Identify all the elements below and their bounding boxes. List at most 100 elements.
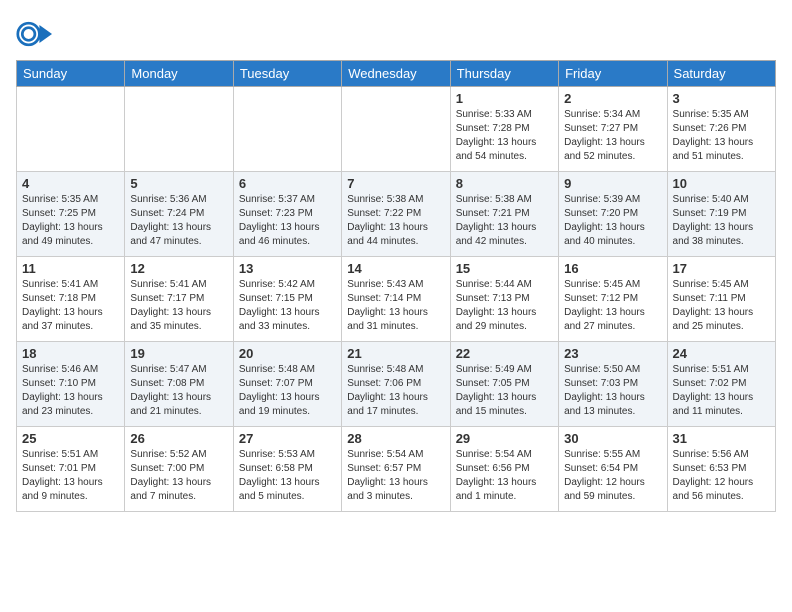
day-info: Sunrise: 5:50 AMSunset: 7:03 PMDaylight:… [564, 363, 661, 419]
calendar-week-row: 4Sunrise: 5:35 AMSunset: 7:25 PMDaylight… [17, 172, 776, 257]
day-number: 6 [239, 176, 336, 191]
day-number: 24 [673, 346, 770, 361]
calendar-day-cell: 9 Sunrise: 5:39 AMSunset: 7:20 PMDaylight… [559, 172, 667, 257]
day-info: Sunrise: 5:47 AMSunset: 7:08 PMDaylight:… [130, 363, 227, 419]
day-number: 2 [564, 91, 661, 106]
weekday-header: Thursday [450, 61, 558, 87]
calendar-day-cell [17, 87, 125, 172]
calendar-day-cell: 19 Sunrise: 5:47 AMSunset: 7:08 PMDayligh… [125, 342, 233, 427]
day-info: Sunrise: 5:52 AMSunset: 7:00 PMDaylight:… [130, 448, 227, 504]
day-info: Sunrise: 5:48 AMSunset: 7:06 PMDaylight:… [347, 363, 444, 419]
calendar-week-row: 1 Sunrise: 5:33 AMSunset: 7:28 PMDaylight… [17, 87, 776, 172]
day-info: Sunrise: 5:51 AMSunset: 7:02 PMDaylight:… [673, 363, 770, 419]
calendar-day-cell: 3 Sunrise: 5:35 AMSunset: 7:26 PMDaylight… [667, 87, 775, 172]
day-number: 29 [456, 431, 553, 446]
day-info: Sunrise: 5:54 AMSunset: 6:57 PMDaylight:… [347, 448, 444, 504]
day-number: 20 [239, 346, 336, 361]
day-number: 25 [22, 431, 119, 446]
day-number: 3 [673, 91, 770, 106]
calendar-day-cell: 10Sunrise: 5:40 AMSunset: 7:19 PMDayligh… [667, 172, 775, 257]
calendar-day-cell: 7 Sunrise: 5:38 AMSunset: 7:22 PMDaylight… [342, 172, 450, 257]
calendar-day-cell: 8 Sunrise: 5:38 AMSunset: 7:21 PMDaylight… [450, 172, 558, 257]
logo-icon [16, 16, 52, 52]
day-info: Sunrise: 5:56 AMSunset: 6:53 PMDaylight:… [673, 448, 770, 504]
weekday-header: Tuesday [233, 61, 341, 87]
day-number: 28 [347, 431, 444, 446]
calendar-day-cell: 5Sunrise: 5:36 AMSunset: 7:24 PMDaylight… [125, 172, 233, 257]
calendar-day-cell: 21Sunrise: 5:48 AMSunset: 7:06 PMDayligh… [342, 342, 450, 427]
day-info: Sunrise: 5:48 AMSunset: 7:07 PMDaylight:… [239, 363, 336, 419]
page-header [16, 16, 776, 52]
calendar-day-cell: 13 Sunrise: 5:42 AMSunset: 7:15 PMDayligh… [233, 257, 341, 342]
calendar-week-row: 25 Sunrise: 5:51 AMSunset: 7:01 PMDayligh… [17, 427, 776, 512]
day-number: 18 [22, 346, 119, 361]
calendar-day-cell: 17 Sunrise: 5:45 AMSunset: 7:11 PMDayligh… [667, 257, 775, 342]
day-info: Sunrise: 5:41 AMSunset: 7:18 PMDaylight:… [22, 278, 119, 334]
calendar-day-cell: 28 Sunrise: 5:54 AMSunset: 6:57 PMDayligh… [342, 427, 450, 512]
day-info: Sunrise: 5:42 AMSunset: 7:15 PMDaylight:… [239, 278, 336, 334]
day-number: 19 [130, 346, 227, 361]
day-number: 9 [564, 176, 661, 191]
day-info: Sunrise: 5:51 AMSunset: 7:01 PMDaylight:… [22, 448, 119, 504]
calendar-day-cell: 26Sunrise: 5:52 AMSunset: 7:00 PMDayligh… [125, 427, 233, 512]
day-info: Sunrise: 5:40 AMSunset: 7:19 PMDaylight:… [673, 193, 770, 249]
day-number: 15 [456, 261, 553, 276]
day-number: 11 [22, 261, 119, 276]
day-info: Sunrise: 5:53 AMSunset: 6:58 PMDaylight:… [239, 448, 336, 504]
day-info: Sunrise: 5:33 AMSunset: 7:28 PMDaylight:… [456, 108, 553, 164]
day-number: 17 [673, 261, 770, 276]
weekday-header: Sunday [17, 61, 125, 87]
day-number: 22 [456, 346, 553, 361]
day-info: Sunrise: 5:38 AMSunset: 7:22 PMDaylight:… [347, 193, 444, 249]
day-number: 1 [456, 91, 553, 106]
weekday-header: Wednesday [342, 61, 450, 87]
calendar-day-cell: 6 Sunrise: 5:37 AMSunset: 7:23 PMDaylight… [233, 172, 341, 257]
day-info: Sunrise: 5:54 AMSunset: 6:56 PMDaylight:… [456, 448, 553, 504]
day-info: Sunrise: 5:45 AMSunset: 7:11 PMDaylight:… [673, 278, 770, 334]
day-number: 14 [347, 261, 444, 276]
calendar-day-cell: 30 Sunrise: 5:55 AMSunset: 6:54 PMDayligh… [559, 427, 667, 512]
day-info: Sunrise: 5:44 AMSunset: 7:13 PMDaylight:… [456, 278, 553, 334]
day-number: 27 [239, 431, 336, 446]
day-number: 8 [456, 176, 553, 191]
day-number: 12 [130, 261, 227, 276]
day-number: 13 [239, 261, 336, 276]
day-number: 31 [673, 431, 770, 446]
day-info: Sunrise: 5:34 AMSunset: 7:27 PMDaylight:… [564, 108, 661, 164]
day-number: 4 [22, 176, 119, 191]
day-info: Sunrise: 5:37 AMSunset: 7:23 PMDaylight:… [239, 193, 336, 249]
calendar-day-cell: 1 Sunrise: 5:33 AMSunset: 7:28 PMDaylight… [450, 87, 558, 172]
day-number: 7 [347, 176, 444, 191]
weekday-header: Monday [125, 61, 233, 87]
calendar-day-cell: 31 Sunrise: 5:56 AMSunset: 6:53 PMDayligh… [667, 427, 775, 512]
weekday-header: Friday [559, 61, 667, 87]
day-number: 16 [564, 261, 661, 276]
calendar-header-row: SundayMondayTuesdayWednesdayThursdayFrid… [17, 61, 776, 87]
day-info: Sunrise: 5:36 AMSunset: 7:24 PMDaylight:… [130, 193, 227, 249]
day-info: Sunrise: 5:46 AMSunset: 7:10 PMDaylight:… [22, 363, 119, 419]
day-number: 23 [564, 346, 661, 361]
calendar-day-cell: 23 Sunrise: 5:50 AMSunset: 7:03 PMDayligh… [559, 342, 667, 427]
calendar-day-cell: 24 Sunrise: 5:51 AMSunset: 7:02 PMDayligh… [667, 342, 775, 427]
day-number: 30 [564, 431, 661, 446]
calendar-day-cell [342, 87, 450, 172]
calendar-day-cell: 16 Sunrise: 5:45 AMSunset: 7:12 PMDayligh… [559, 257, 667, 342]
day-info: Sunrise: 5:35 AMSunset: 7:26 PMDaylight:… [673, 108, 770, 164]
calendar-day-cell: 25 Sunrise: 5:51 AMSunset: 7:01 PMDayligh… [17, 427, 125, 512]
calendar-day-cell: 2 Sunrise: 5:34 AMSunset: 7:27 PMDaylight… [559, 87, 667, 172]
calendar-day-cell [233, 87, 341, 172]
day-info: Sunrise: 5:39 AMSunset: 7:20 PMDaylight:… [564, 193, 661, 249]
calendar-day-cell: 11 Sunrise: 5:41 AMSunset: 7:18 PMDayligh… [17, 257, 125, 342]
day-info: Sunrise: 5:55 AMSunset: 6:54 PMDaylight:… [564, 448, 661, 504]
calendar-day-cell: 14 Sunrise: 5:43 AMSunset: 7:14 PMDayligh… [342, 257, 450, 342]
calendar-day-cell: 18 Sunrise: 5:46 AMSunset: 7:10 PMDayligh… [17, 342, 125, 427]
day-info: Sunrise: 5:43 AMSunset: 7:14 PMDaylight:… [347, 278, 444, 334]
calendar-day-cell: 22Sunrise: 5:49 AMSunset: 7:05 PMDayligh… [450, 342, 558, 427]
logo [16, 16, 56, 52]
day-info: Sunrise: 5:45 AMSunset: 7:12 PMDaylight:… [564, 278, 661, 334]
day-info: Sunrise: 5:38 AMSunset: 7:21 PMDaylight:… [456, 193, 553, 249]
calendar-week-row: 18 Sunrise: 5:46 AMSunset: 7:10 PMDayligh… [17, 342, 776, 427]
day-info: Sunrise: 5:41 AMSunset: 7:17 PMDaylight:… [130, 278, 227, 334]
calendar-week-row: 11 Sunrise: 5:41 AMSunset: 7:18 PMDayligh… [17, 257, 776, 342]
calendar-day-cell: 27 Sunrise: 5:53 AMSunset: 6:58 PMDayligh… [233, 427, 341, 512]
